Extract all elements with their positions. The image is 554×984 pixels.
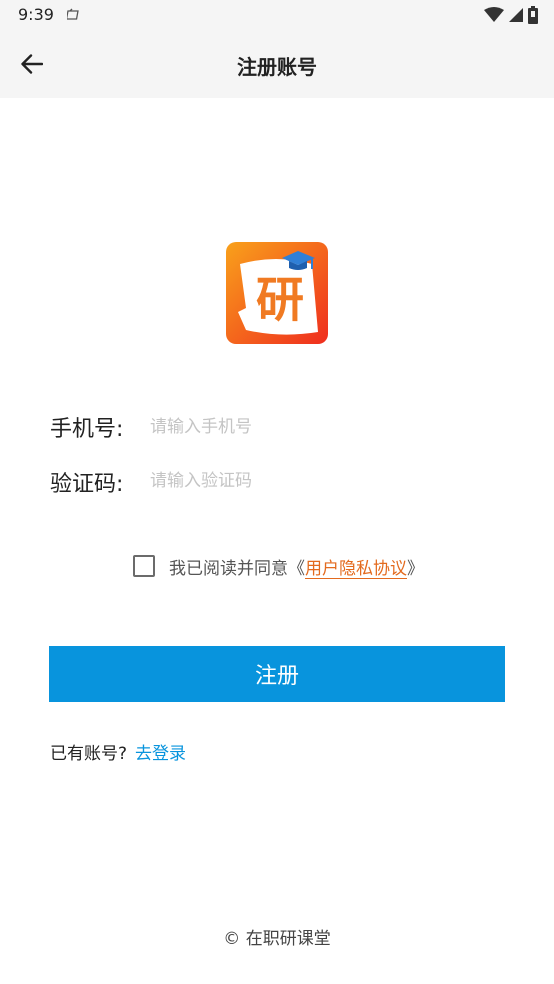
register-button[interactable]: 注册 — [49, 646, 505, 702]
code-input[interactable] — [150, 466, 490, 496]
signal-icon — [509, 8, 523, 22]
login-prompt: 已有账号? — [50, 744, 128, 764]
phone-label: 手机号: — [50, 417, 124, 442]
battery-icon — [528, 6, 538, 24]
notification-icon — [67, 8, 79, 20]
status-time: 9:39 — [18, 5, 54, 24]
agreement-row: 我已阅读并同意《 用户隐私协议 》 — [133, 552, 424, 580]
agreement-checkbox[interactable] — [133, 555, 155, 577]
agreement-close-bracket: 》 — [407, 558, 424, 579]
logo-glyph: 研 — [256, 272, 304, 328]
go-login-link[interactable]: 去登录 — [135, 739, 186, 764]
page-title: 注册账号 — [237, 55, 317, 79]
agreement-text: 我已阅读并同意《 — [169, 558, 305, 579]
status-icons — [484, 6, 538, 24]
phone-input[interactable] — [150, 412, 490, 442]
login-row: 已有账号? 去登录 — [50, 739, 186, 764]
wifi-icon — [484, 7, 504, 22]
footer-copyright: © 在职研课堂 — [223, 929, 331, 949]
privacy-policy-link[interactable]: 用户隐私协议 — [305, 554, 407, 579]
code-label: 验证码: — [50, 472, 124, 497]
status-bar: 9:39 — [0, 0, 554, 30]
app-logo: 研 — [226, 242, 328, 344]
app-bar: 注册账号 — [0, 30, 554, 98]
